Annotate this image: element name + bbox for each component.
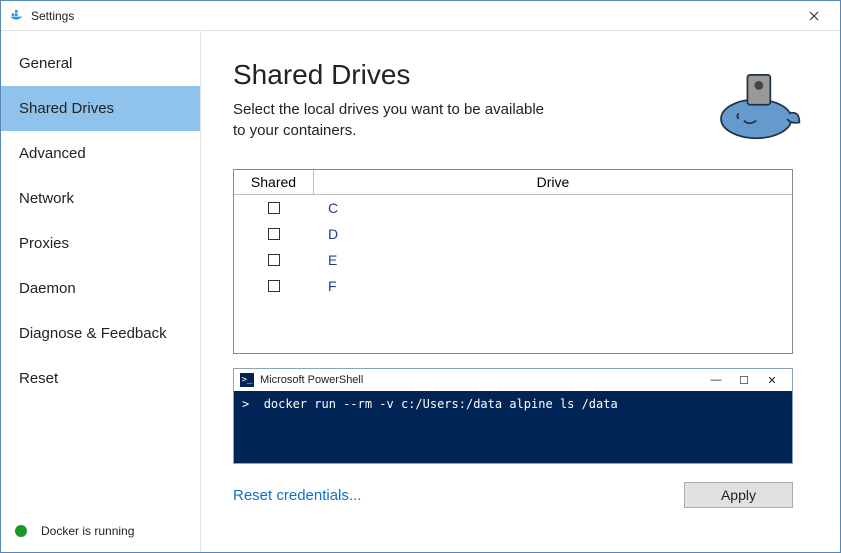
close-icon: ✕ [758, 374, 786, 387]
powershell-terminal: > docker run --rm -v c:/Users:/data alpi… [234, 391, 792, 463]
status-row: Docker is running [1, 510, 200, 552]
page-subtitle: Select the local drives you want to be a… [233, 99, 553, 141]
window-title: Settings [31, 9, 792, 23]
drives-table: Shared Drive C D E [233, 169, 793, 354]
sidebar-item-diagnose-feedback[interactable]: Diagnose & Feedback [1, 311, 200, 356]
drives-body: C D E F [234, 195, 792, 353]
drive-label: C [314, 200, 338, 216]
column-header-drive: Drive [314, 170, 792, 194]
status-dot-icon [15, 525, 27, 537]
table-row: E [234, 247, 792, 273]
sidebar-item-proxies[interactable]: Proxies [1, 221, 200, 266]
sidebar-items: General Shared Drives Advanced Network P… [1, 31, 200, 510]
main-panel: Shared Drives Select the local drives yo… [201, 31, 840, 552]
drive-label: F [314, 278, 337, 294]
sidebar-item-daemon[interactable]: Daemon [1, 266, 200, 311]
sidebar-item-network[interactable]: Network [1, 176, 200, 221]
column-header-shared: Shared [234, 170, 314, 194]
settings-window: Settings General Shared Drives Advanced … [0, 0, 841, 553]
drive-label: E [314, 252, 337, 268]
reset-credentials-link[interactable]: Reset credentials... [233, 487, 361, 504]
powershell-example: >_ Microsoft PowerShell — ☐ ✕ > docker r… [233, 368, 793, 464]
drive-label: D [314, 226, 338, 242]
share-checkbox-f[interactable] [268, 280, 280, 292]
close-button[interactable] [792, 2, 836, 30]
powershell-title: Microsoft PowerShell [260, 374, 363, 386]
sidebar: General Shared Drives Advanced Network P… [1, 31, 201, 552]
table-row: F [234, 273, 792, 299]
whale-illustration-icon [714, 59, 802, 147]
maximize-icon: ☐ [730, 374, 758, 387]
sidebar-item-advanced[interactable]: Advanced [1, 131, 200, 176]
minimize-icon: — [702, 374, 730, 386]
sidebar-item-shared-drives[interactable]: Shared Drives [1, 86, 200, 131]
powershell-icon: >_ [240, 373, 254, 387]
footer-row: Reset credentials... Apply [233, 482, 793, 508]
apply-button[interactable]: Apply [684, 482, 793, 508]
powershell-titlebar: >_ Microsoft PowerShell — ☐ ✕ [234, 369, 792, 391]
sidebar-item-reset[interactable]: Reset [1, 356, 200, 401]
table-row: C [234, 195, 792, 221]
share-checkbox-c[interactable] [268, 202, 280, 214]
share-checkbox-e[interactable] [268, 254, 280, 266]
status-text: Docker is running [41, 524, 134, 538]
titlebar: Settings [1, 1, 840, 31]
drives-header: Shared Drive [234, 170, 792, 195]
table-row: D [234, 221, 792, 247]
sidebar-item-general[interactable]: General [1, 41, 200, 86]
share-checkbox-d[interactable] [268, 228, 280, 240]
window-body: General Shared Drives Advanced Network P… [1, 31, 840, 552]
docker-icon [9, 8, 25, 24]
